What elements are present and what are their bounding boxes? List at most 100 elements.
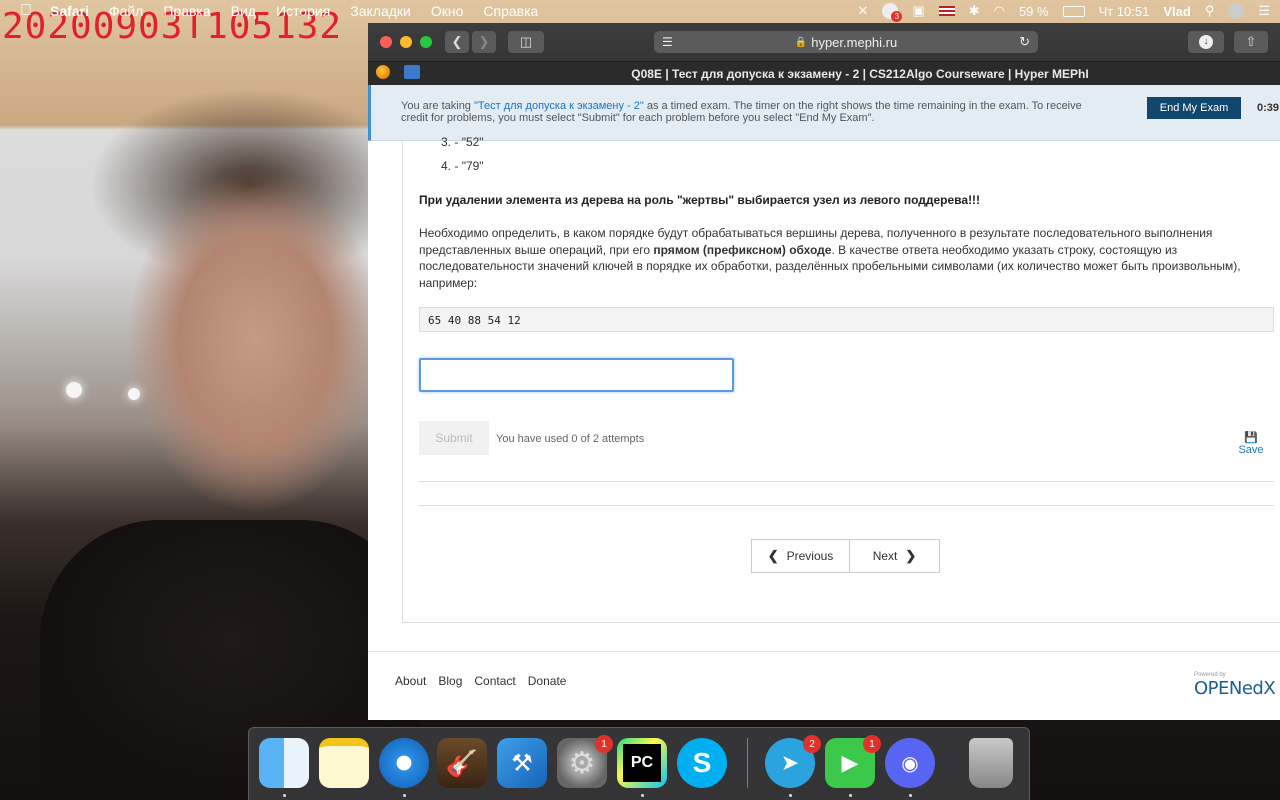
siri-icon[interactable] <box>1228 3 1245 19</box>
reload-icon[interactable]: ↻ <box>1019 34 1030 50</box>
divider <box>419 505 1274 506</box>
mute-icon[interactable]: ✕ <box>857 3 868 19</box>
paper-plane-icon: ➤ <box>780 750 800 775</box>
running-indicator <box>849 794 852 797</box>
tab-bar: Q08E | Тест для допуска к экзамену - 2 |… <box>368 61 1280 85</box>
battery-icon[interactable] <box>1062 5 1085 17</box>
firefox-favicon-icon[interactable] <box>376 65 390 79</box>
bluetooth-icon[interactable]: ✱ <box>969 3 980 19</box>
mail-icon[interactable]: 3 <box>882 3 903 22</box>
page-footer: About Blog Contact Donate Powered by OPE… <box>368 651 1280 720</box>
exam-link[interactable]: "Тест для допуска к экзамену - 2" <box>474 100 644 112</box>
problem-content: 3. - "52" 4. - "79" При удалении элемент… <box>402 135 1280 623</box>
flag-icon[interactable] <box>938 6 955 16</box>
active-tab-title[interactable]: Q08E | Тест для допуска к экзамену - 2 |… <box>440 67 1280 81</box>
menu-safari[interactable]: Safari <box>50 3 89 19</box>
system-preferences-icon[interactable]: ⚙ 1 <box>557 735 613 788</box>
spotlight-icon[interactable]: ⚲ <box>1205 3 1215 19</box>
minimize-window-button[interactable] <box>400 36 412 48</box>
running-indicator <box>641 794 644 797</box>
xcode-icon[interactable]: ⚒ <box>497 738 547 788</box>
lock-icon: 🔒 <box>794 36 808 48</box>
list-item: 3. - "52" <box>441 135 484 149</box>
safari-window: ❮ ❯ ◫ ☰ 🔒 hyper.mephi.ru ↻ ↓ ⇧ Q08E | Те… <box>368 23 1280 720</box>
running-indicator <box>789 794 792 797</box>
submit-button[interactable]: Submit <box>419 421 489 455</box>
problem-description: Необходимо определить, в каком порядке б… <box>419 225 1269 291</box>
footer-link-about[interactable]: About <box>395 674 426 688</box>
clock[interactable]: Чт 10:51 <box>1099 4 1150 19</box>
save-button[interactable]: 💾 Save <box>1237 431 1265 456</box>
previous-button[interactable]: ❮ Previous <box>751 539 850 573</box>
share-icon: ⇧ <box>1245 34 1257 49</box>
trash-icon[interactable] <box>969 738 1013 788</box>
menu-help[interactable]: Справка <box>483 3 538 19</box>
running-indicator <box>403 794 406 797</box>
skype-icon[interactable]: S <box>677 738 727 788</box>
footer-link-donate[interactable]: Donate <box>528 674 567 688</box>
chat-favicon-icon[interactable] <box>404 65 420 79</box>
menu-bookmarks[interactable]: Закладки <box>350 3 411 19</box>
hammer-icon: ⚒ <box>511 749 533 777</box>
user-name[interactable]: Vlad <box>1163 4 1190 19</box>
list-item-text: - "79" <box>454 159 484 173</box>
garageband-icon[interactable]: 🎸 <box>437 738 487 788</box>
previous-label: Previous <box>786 549 834 563</box>
dock-separator <box>747 738 748 788</box>
menu-bar:  Safari Файл Правка Вид История Закладк… <box>0 0 1280 22</box>
sidebar-button[interactable]: ◫ <box>508 31 544 53</box>
dock: 🎸 ⚒ ⚙ 1 PC S ➤ 2 ▶ 1 ◉ <box>248 727 1030 800</box>
next-button[interactable]: Next ❯ <box>849 539 940 573</box>
chevron-left-icon: ❮ <box>767 548 779 563</box>
example-answer: 65 40 88 54 12 <box>419 307 1274 332</box>
battery-percent[interactable]: 59 % <box>1019 4 1049 19</box>
video-camera-icon: ▶ <box>841 750 859 775</box>
reader-icon[interactable]: ☰ <box>662 35 673 49</box>
answer-input[interactable] <box>419 358 734 392</box>
divider <box>419 481 1274 482</box>
list-item-text: - "52" <box>454 135 484 149</box>
menu-edit[interactable]: Правка <box>163 3 210 19</box>
menu-window[interactable]: Окно <box>431 3 464 19</box>
footer-link-contact[interactable]: Contact <box>474 674 515 688</box>
telegram-icon[interactable]: ➤ 2 <box>765 735 821 788</box>
finder-icon[interactable] <box>259 738 309 788</box>
webcam-light <box>66 382 82 398</box>
save-icon: 💾 <box>1244 432 1258 444</box>
discord-icon[interactable]: ◉ <box>885 738 935 788</box>
url-text: hyper.mephi.ru <box>811 34 898 50</box>
close-window-button[interactable] <box>380 36 392 48</box>
discord-logo-icon: ◉ <box>901 752 919 775</box>
apple-menu-icon[interactable]:  <box>20 2 32 20</box>
menu-history[interactable]: История <box>276 3 330 19</box>
zoom-window-button[interactable] <box>420 36 432 48</box>
footer-link-blog[interactable]: Blog <box>438 674 462 688</box>
chat-icon[interactable]: ▣ <box>912 3 924 19</box>
exam-notice: You are taking "Тест для допуска к экзам… <box>401 100 1101 124</box>
menu-view[interactable]: Вид <box>231 3 256 19</box>
running-indicator <box>283 794 286 797</box>
forward-button[interactable]: ❯ <box>472 31 496 53</box>
wifi-icon[interactable]: ◠ <box>994 3 1005 19</box>
timed-exam-banner: You are taking "Тест для допуска к экзам… <box>368 85 1280 141</box>
gear-icon: ⚙ <box>568 746 596 780</box>
notification-center-icon[interactable]: ☰ <box>1258 3 1270 19</box>
downloads-button[interactable]: ↓ <box>1188 31 1224 53</box>
end-my-exam-button[interactable]: End My Exam <box>1147 97 1241 119</box>
mail-badge: 3 <box>891 11 903 22</box>
safari-icon[interactable] <box>379 738 429 788</box>
pycharm-icon[interactable]: PC <box>617 738 667 788</box>
share-button[interactable]: ⇧ <box>1234 31 1268 53</box>
openedx-logo[interactable]: Powered by OPENedX <box>1194 672 1276 699</box>
telegram-badge: 2 <box>803 735 821 753</box>
running-indicator <box>909 794 912 797</box>
system-preferences-badge: 1 <box>595 735 613 753</box>
address-bar[interactable]: ☰ 🔒 hyper.mephi.ru ↻ <box>654 31 1038 53</box>
facetime-icon[interactable]: ▶ 1 <box>825 735 881 788</box>
back-button[interactable]: ❮ <box>445 31 469 53</box>
exam-notice-prefix: You are taking <box>401 100 474 112</box>
facetime-badge: 1 <box>863 735 881 753</box>
problem-text-bold: прямом (префиксном) обходе <box>653 242 832 257</box>
menu-file[interactable]: Файл <box>109 3 143 19</box>
notes-icon[interactable] <box>319 738 369 788</box>
